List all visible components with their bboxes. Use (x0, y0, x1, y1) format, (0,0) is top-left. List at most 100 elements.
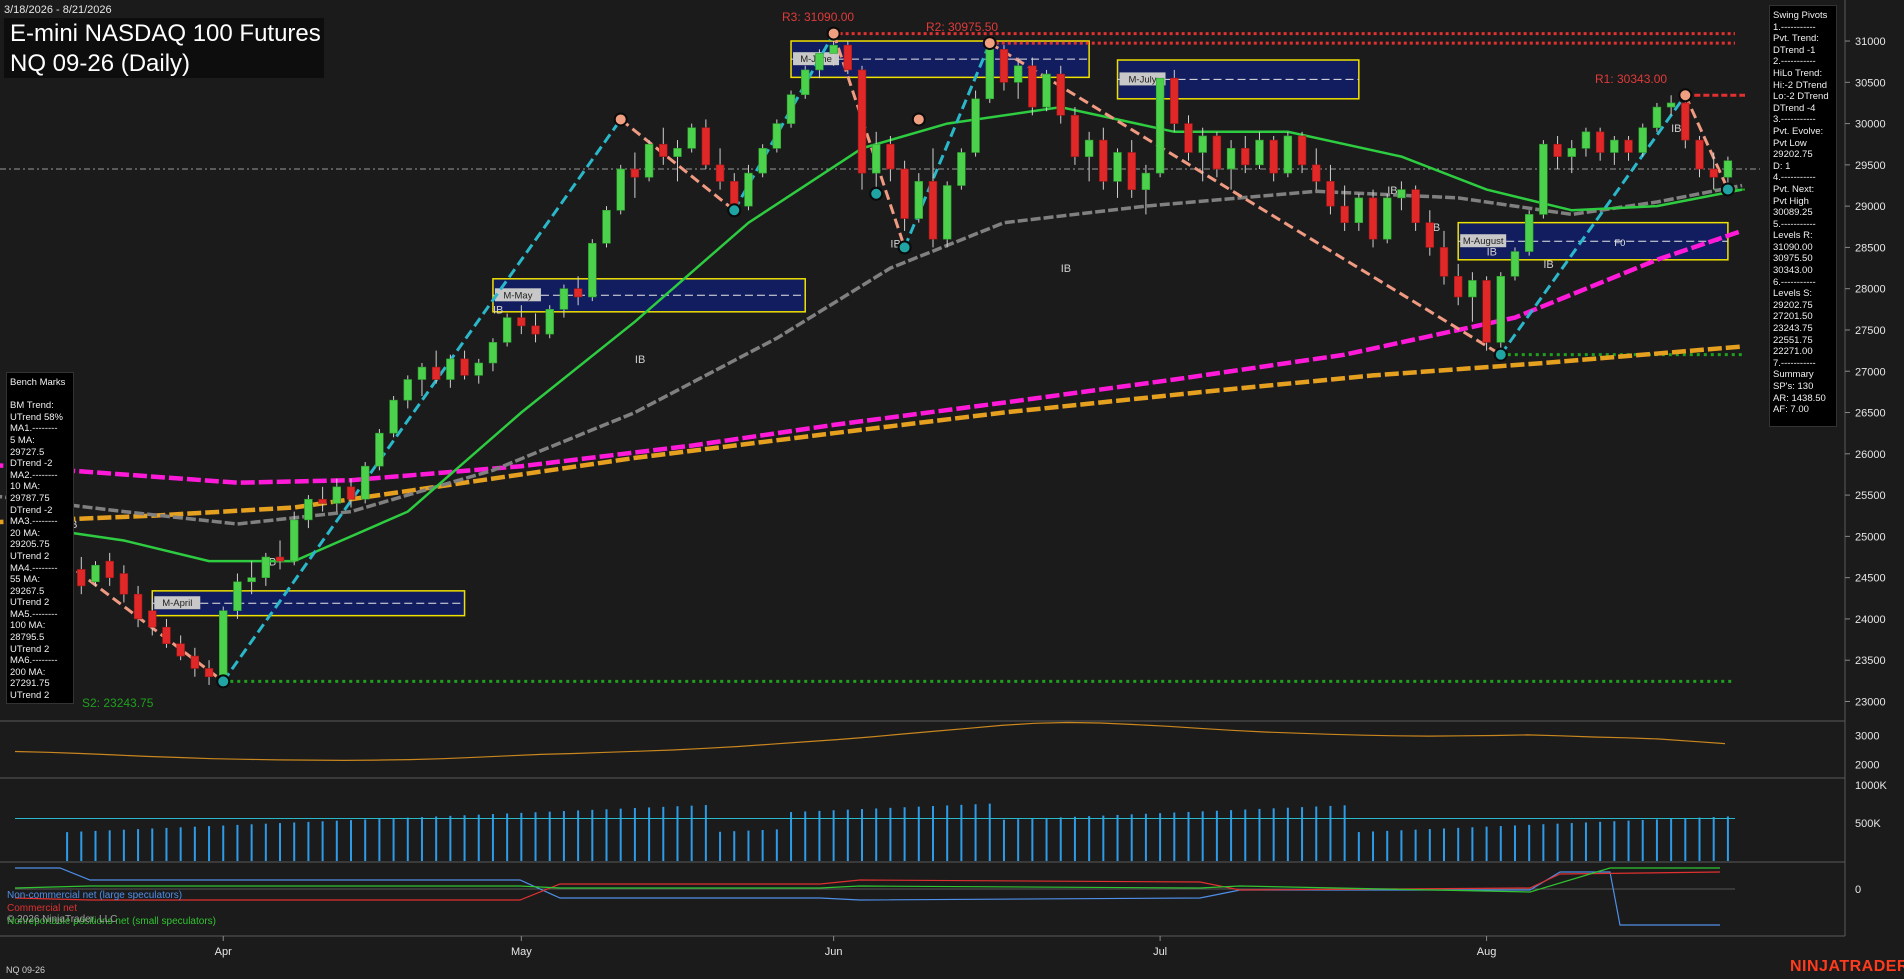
candle-down (1695, 139, 1704, 170)
candle-down (1028, 65, 1037, 108)
y-tick-label: 23000 (1855, 696, 1886, 708)
candle-down (133, 593, 143, 620)
y-tick-label: 29500 (1855, 160, 1886, 172)
candle-down (715, 164, 725, 182)
candle-down (1553, 143, 1562, 157)
candle-up (1283, 135, 1293, 174)
candle-up (1255, 139, 1264, 166)
pivot-high-marker (1678, 88, 1693, 103)
price-chart: M-AprilM-MayM-JuneM-JulyM-AugustF0IBIBIB… (0, 0, 1904, 979)
x-tick-label: Jul (1153, 946, 1167, 958)
x-tick-label: May (511, 946, 532, 958)
candle-up (332, 486, 342, 504)
month-zone-label: M-April (162, 598, 192, 609)
candle-up (233, 581, 242, 611)
candle-up (971, 98, 980, 153)
candle-down (1681, 102, 1690, 141)
candle-down (318, 498, 327, 504)
candle-up (389, 399, 398, 434)
pivot-low-marker (1493, 347, 1508, 362)
candle-up (801, 69, 810, 95)
candle-up (91, 564, 100, 583)
candle-up (829, 44, 838, 54)
candle-down (1595, 131, 1605, 153)
pivot-low-marker (897, 240, 912, 255)
swing-pivots-text: Swing Pivots 1.----------- Pvt. Trend: D… (1773, 10, 1829, 416)
candle-up (644, 143, 654, 178)
atr-tick-label: 3000 (1855, 731, 1879, 743)
candle-up (1042, 73, 1051, 108)
pivot-low-marker (216, 674, 231, 689)
date-range: 3/18/2026 - 8/21/2026 (4, 4, 112, 16)
candle-up (1524, 214, 1534, 252)
candle-up (588, 242, 597, 298)
candle-down (1340, 205, 1349, 223)
y-tick-label: 27500 (1855, 325, 1886, 337)
candle-up (1723, 160, 1733, 178)
candle-up (247, 577, 256, 583)
candle-up (1539, 143, 1548, 215)
candle-down (886, 143, 895, 170)
cot-legend-noncommercial: Non-commercial net (large speculators) (7, 890, 183, 901)
candle-up (1610, 139, 1619, 153)
r1-label: R1: 30343.00 (1595, 72, 1668, 86)
y-tick-label: 28500 (1855, 242, 1886, 254)
y-tick-label: 29000 (1855, 201, 1886, 213)
r2-label: R2: 30975.50 (926, 20, 999, 34)
copyright-text: © 2026 NinjaTrader, LLC (7, 914, 118, 925)
candle-up (1638, 127, 1647, 153)
candle-up (985, 48, 994, 100)
candle-down (148, 610, 157, 628)
candle-up (1567, 148, 1576, 157)
candle-down (531, 325, 540, 335)
candle-up (488, 342, 498, 364)
candle-up (219, 610, 228, 678)
cot-tick-label: 0 (1855, 884, 1861, 896)
candle-down (1056, 73, 1065, 116)
candle-down (1368, 197, 1378, 240)
y-tick-label: 30000 (1855, 119, 1886, 131)
x-tick-label: Aug (1477, 946, 1497, 958)
candle-down (162, 626, 171, 644)
candle-up (1226, 148, 1236, 170)
candle-up (1013, 65, 1023, 83)
x-tick-label: Jun (825, 946, 843, 958)
candle-down (1439, 247, 1449, 277)
candle-up (360, 465, 370, 500)
pivot-high-marker (826, 26, 841, 41)
ib-label: IB (1671, 123, 1681, 135)
candle-down (900, 168, 909, 219)
candle-down (659, 143, 668, 157)
candle-down (105, 560, 114, 578)
candle-up (474, 362, 483, 376)
month-zone-label: M-May (503, 290, 532, 301)
y-tick-label: 26000 (1855, 449, 1886, 461)
candle-down (1127, 152, 1136, 190)
y-tick-label: 31000 (1855, 36, 1886, 48)
candle-up (502, 317, 512, 343)
candle-down (1326, 181, 1335, 207)
swing-pivots-panel: Swing Pivots 1.----------- Pvt. Trend: D… (1769, 5, 1837, 427)
candle-down (1170, 77, 1179, 124)
atr-tick-label: 2000 (1855, 760, 1879, 772)
candle-down (1212, 135, 1222, 170)
ib-label: IB (1543, 259, 1553, 271)
candle-up (602, 209, 611, 244)
pivot-high-marker (911, 112, 926, 127)
candle-down (77, 569, 86, 587)
candle-up (1084, 139, 1094, 157)
candle-down (204, 668, 214, 678)
candle-down (630, 168, 640, 178)
candle-down (431, 366, 441, 380)
candle-down (843, 44, 853, 71)
candle-down (176, 643, 185, 657)
r3-label: R3: 31090.00 (782, 10, 855, 24)
candle-up (1354, 197, 1364, 223)
ib-label: IB (1487, 247, 1497, 259)
y-tick-label: 27000 (1855, 366, 1886, 378)
y-tick-label: 26500 (1855, 408, 1886, 420)
candle-up (559, 288, 569, 310)
candle-up (942, 185, 952, 240)
candle-down (857, 69, 867, 174)
candle-up (1141, 172, 1151, 190)
